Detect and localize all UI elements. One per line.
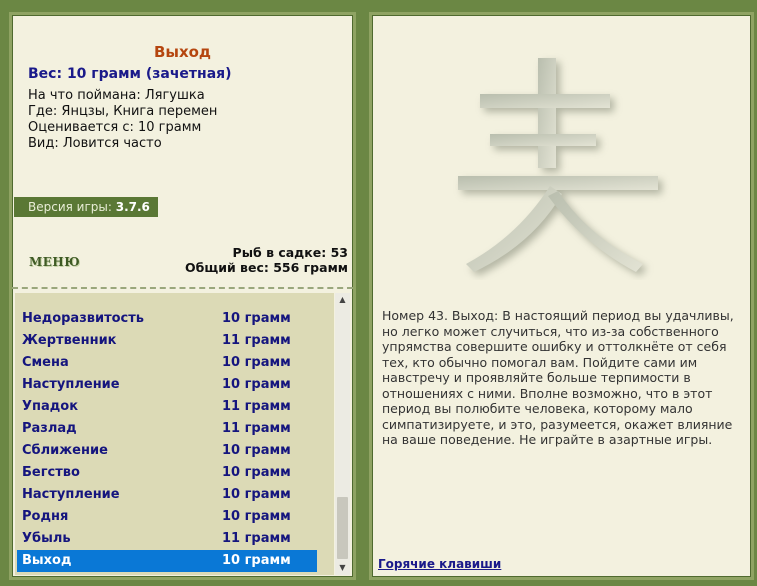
menu-button[interactable]: МЕНЮ [29,255,80,269]
fish-count: Рыб в садке: 53 [232,245,348,260]
scroll-thumb[interactable] [337,497,348,559]
cage-stats: Рыб в садке: 53 Общий вес: 556 грамм [185,245,348,275]
list-item-name: Выход [22,553,72,568]
list-item-name: Родня [22,509,69,524]
list-item-weight: 10 грамм [222,509,291,524]
list-item-weight: 10 грамм [222,443,291,458]
hotkeys-link[interactable]: Горячие клавиши [378,557,501,571]
list-item-name: Упадок [22,399,79,414]
list-item-weight: 10 грамм [222,553,291,568]
list-item-weight: 10 грамм [222,355,291,370]
list-scrollbar[interactable]: ▲ ▼ [335,293,350,575]
list-item[interactable]: Бегство 10 грамм [17,462,317,484]
list-item-weight: 11 грамм [222,399,291,414]
fish-min-weight: Оценивается с: 10 грамм [28,120,202,135]
list-item-name: Смена [22,355,69,370]
fish-bait: На что поймана: Лягушка [28,88,205,103]
list-item-weight: 10 грамм [222,311,291,326]
divider [12,287,353,289]
list-item[interactable]: Наступление 10 грамм [17,374,317,396]
fish-info-panel: Выход Вес: 10 грамм (зачетная) На что по… [9,12,356,580]
list-item-weight: 11 грамм [222,421,291,436]
list-item-weight: 10 грамм [222,377,291,392]
list-item-weight: 11 грамм [222,531,291,546]
fish-frequency: Вид: Ловится часто [28,136,162,151]
list-item[interactable]: Разлад 11 грамм [17,418,317,440]
list-item-weight: 10 грамм [222,487,291,502]
list-item-name: Сближение [22,443,108,458]
fish-title: Выход [153,43,212,61]
list-item-name: Наступление [22,487,120,502]
scroll-up-arrow-icon[interactable]: ▲ [335,293,350,307]
hexagram-glyph-icon [458,58,662,276]
list-item[interactable]: Смена 10 грамм [17,352,317,374]
catch-list[interactable]: Недоразвитость 10 грамм Жертвенник 11 грамм… [15,293,334,575]
list-item-weight: 10 грамм [222,465,291,480]
list-item-name: Наступление [22,377,120,392]
list-item[interactable]: Упадок 11 грамм [17,396,317,418]
list-item-name: Недоразвитость [22,311,145,326]
list-item-name: Убыль [22,531,71,546]
list-item[interactable]: Недоразвитость 10 грамм [17,308,317,330]
version-value: 3.7.6 [115,200,150,214]
list-item[interactable]: Родня 10 грамм [17,506,317,528]
scroll-down-arrow-icon[interactable]: ▼ [335,561,350,575]
list-item[interactable]: Сближение 10 грамм [17,440,317,462]
list-item[interactable]: Жертвенник 11 грамм [17,330,317,352]
hexagram-description: Номер 43. Выход: В настоящий период вы у… [382,308,734,447]
list-item-name: Разлад [22,421,77,436]
version-label: Версия игры: [28,200,112,214]
version-badge: Версия игры: 3.7.6 [14,197,158,217]
list-item[interactable]: Убыль 11 грамм [17,528,317,550]
list-item[interactable]: Выход 10 грамм [17,550,317,572]
list-item-weight: 11 грамм [222,333,291,348]
list-item-name: Жертвенник [22,333,117,348]
description-panel: Номер 43. Выход: В настоящий период вы у… [369,12,754,580]
fish-location: Где: Янцзы, Книга перемен [28,104,218,119]
list-item[interactable]: Наступление 10 грамм [17,484,317,506]
list-item-name: Бегство [22,465,80,480]
total-weight: Общий вес: 556 грамм [185,260,348,275]
fish-weight: Вес: 10 грамм (зачетная) [28,66,232,82]
